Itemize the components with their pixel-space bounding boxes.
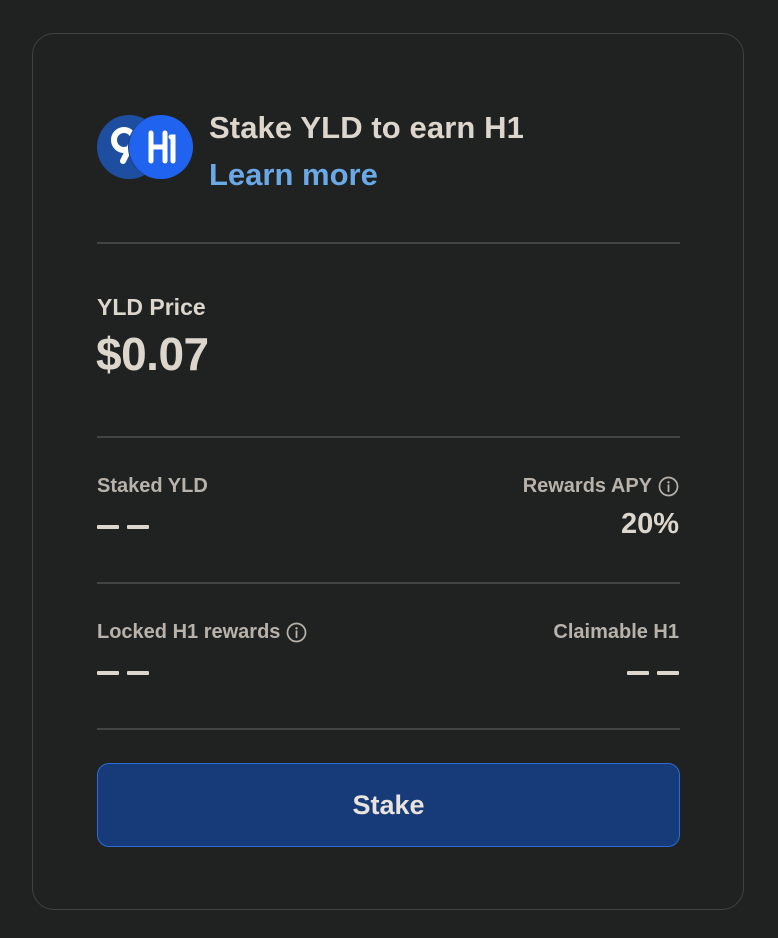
locked-h1-rewards-label: Locked H1 rewards <box>97 621 307 644</box>
staked-yld-value: – – <box>97 510 157 543</box>
empty-dash <box>127 671 149 676</box>
stake-button[interactable]: Stake <box>97 763 680 847</box>
price-label: YLD Price <box>97 294 206 320</box>
learn-more-link[interactable]: Learn more <box>209 157 378 193</box>
rewards-apy-value: 20% <box>620 508 679 540</box>
h1-logo-icon <box>129 115 193 179</box>
staked-yld-label: Staked YLD <box>97 475 208 498</box>
token-logos <box>97 115 195 179</box>
empty-dash <box>97 525 119 530</box>
divider <box>97 436 680 438</box>
divider <box>97 728 680 730</box>
card-title: Stake YLD to earn H1 <box>209 110 524 145</box>
info-icon[interactable] <box>658 476 679 497</box>
rewards-apy-label-text: Rewards APY <box>522 475 652 497</box>
locked-h1-rewards-value: – – <box>97 656 157 689</box>
divider <box>97 242 680 244</box>
locked-h1-rewards-label-text: Locked H1 rewards <box>97 621 281 643</box>
empty-dash <box>97 671 119 676</box>
rewards-apy-label: Rewards APY <box>523 475 679 498</box>
claimable-h1-label-text: Claimable H1 <box>553 621 679 643</box>
empty-dash <box>127 525 149 530</box>
divider <box>97 582 680 584</box>
staked-yld-label-text: Staked YLD <box>97 475 208 497</box>
card-header: Stake YLD to earn H1 Learn more <box>97 110 657 200</box>
empty-dash <box>627 671 649 676</box>
empty-dash <box>657 671 679 676</box>
price-value: $0.07 <box>96 328 209 380</box>
info-icon[interactable] <box>286 622 307 643</box>
claimable-h1-label: Claimable H1 <box>553 621 679 644</box>
staking-card: Stake YLD to earn H1 Learn more YLD Pric… <box>32 33 744 910</box>
claimable-h1-value: – – <box>627 656 687 689</box>
